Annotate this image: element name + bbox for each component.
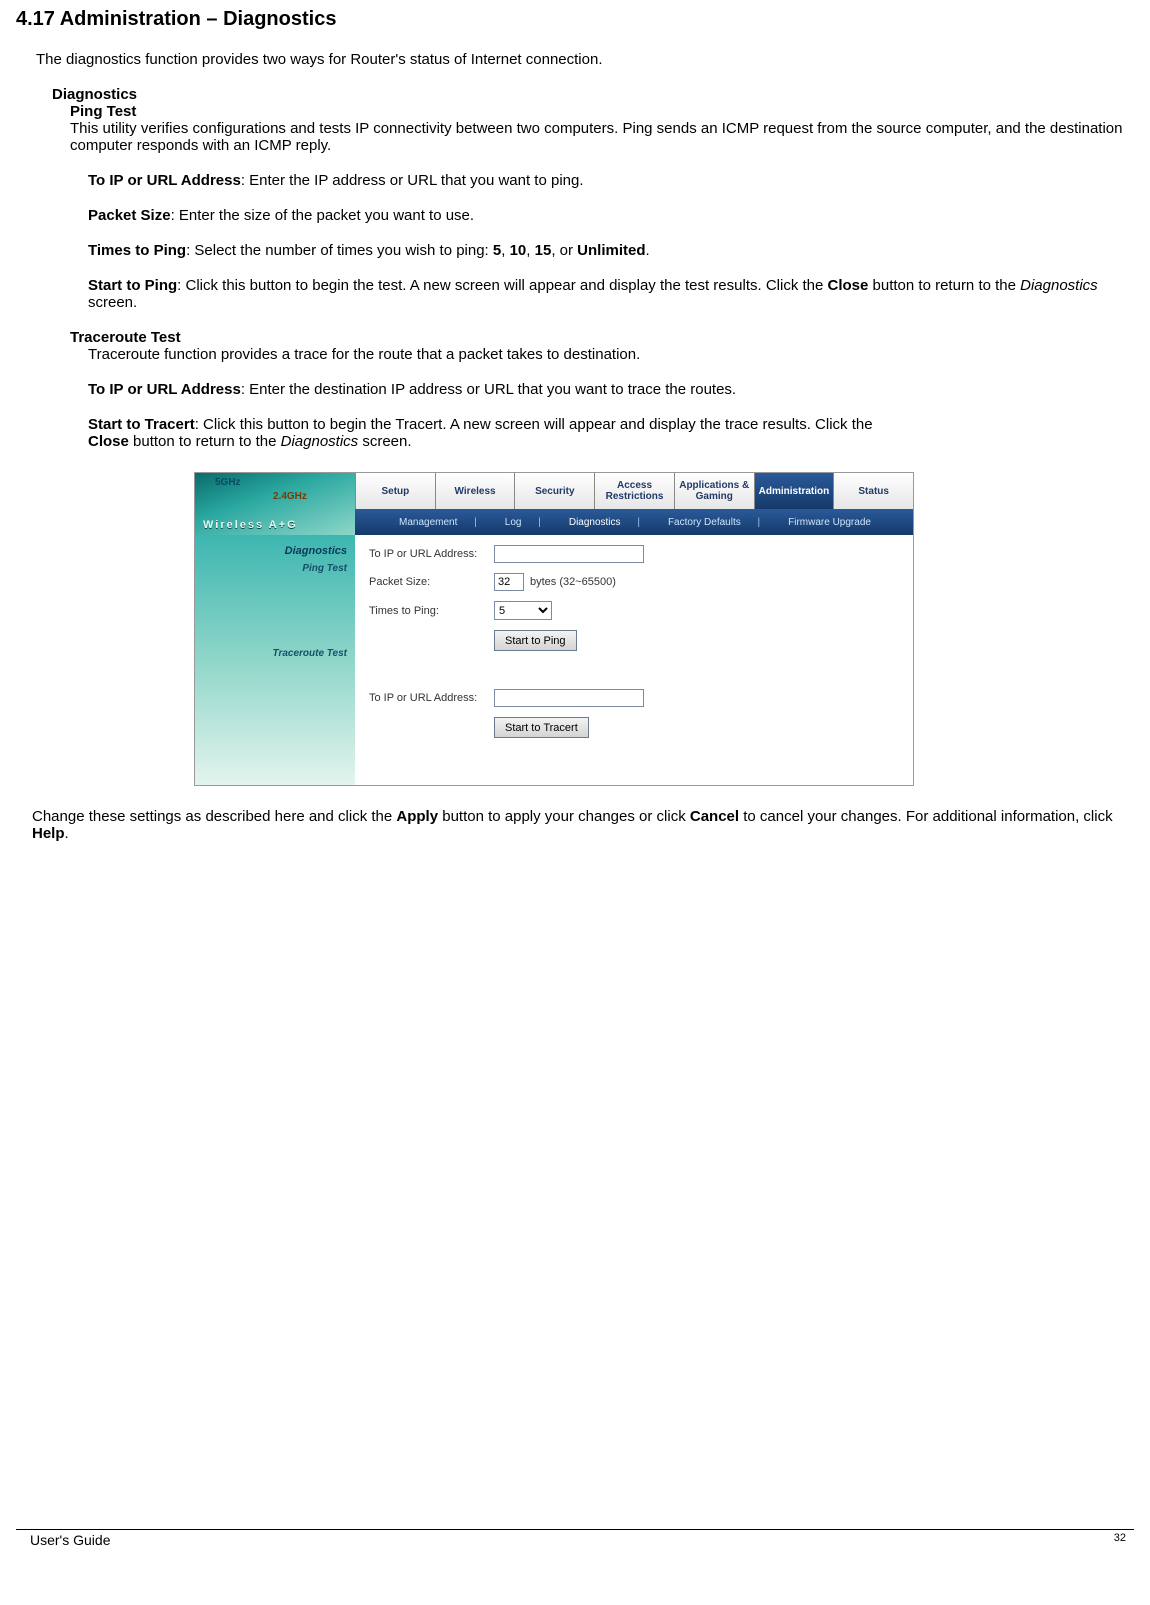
sidebar-diagnostics: Diagnostics [195,545,347,557]
start-ping-text-a: : Click this button to begin the test. A… [177,277,827,294]
router-screenshot: 5GHz 2.4GHz Wireless A+G Setup Wireless … [194,472,914,786]
opt-5: 5 [493,242,501,259]
traceroute-desc: Traceroute function provides a trace for… [88,346,1134,363]
opt-15: 15 [535,242,552,259]
logo-text: Wireless A+G [203,519,298,531]
tab-security[interactable]: Security [514,473,594,509]
router-logo: 5GHz 2.4GHz Wireless A+G [195,473,355,535]
start-to-ping-para: Start to Ping: Click this button to begi… [88,277,1134,311]
diag-italic-2: Diagnostics [281,433,359,450]
subtab-log[interactable]: Log [505,517,541,528]
subtab-diagnostics[interactable]: Diagnostics [569,517,640,528]
ping-ip-text: : Enter the IP address or URL that you w… [241,172,584,189]
tab-wireless[interactable]: Wireless [435,473,515,509]
closing-d: . [65,825,69,842]
ping-ip-input[interactable] [494,545,644,563]
intro-text: The diagnostics function provides two wa… [36,51,1134,68]
times-text-a: : Select the number of times you wish to… [186,242,493,259]
trace-ip-text: : Enter the destination IP address or UR… [241,381,736,398]
form-ip-label: To IP or URL Address: [369,548,494,560]
times-label: Times to Ping [88,242,186,259]
start-ping-label: Start to Ping [88,277,177,294]
packet-size-text: : Enter the size of the packet you want … [171,207,475,224]
opt-10: 10 [510,242,527,259]
packet-size-label: Packet Size [88,207,171,224]
traceroute-heading: Traceroute Test [70,329,1134,346]
band-24ghz: 2.4GHz [273,491,307,502]
close-label-1: Close [828,277,869,294]
times-to-ping-select[interactable]: 5 [494,601,552,620]
subtab-factory-defaults[interactable]: Factory Defaults [668,517,760,528]
start-to-tracert-button[interactable]: Start to Tracert [494,717,589,738]
trace-ip-para: To IP or URL Address: Enter the destinat… [88,381,1134,398]
footer-guide: User's Guide [30,1532,110,1548]
apply-word: Apply [396,808,438,825]
form-trace-ip-label: To IP or URL Address: [369,692,494,704]
ping-ip-label: To IP or URL Address [88,172,241,189]
help-word: Help [32,825,65,842]
page-footer: User's Guide 32 [16,1529,1134,1548]
closing-c: to cancel your changes. For additional i… [739,808,1113,825]
start-tracert-label: Start to Tracert [88,416,195,433]
start-to-ping-button[interactable]: Start to Ping [494,630,577,651]
footer-page-number: 32 [1114,1532,1126,1548]
form-times-label: Times to Ping: [369,605,494,617]
start-tracert-text-c: screen. [358,433,411,450]
start-ping-text-c: screen. [88,294,137,311]
ping-test-heading: Ping Test [70,103,1134,120]
ping-test-desc: This utility verifies configurations and… [70,120,1134,154]
router-sidebar: Diagnostics Ping Test Traceroute Test [195,535,355,785]
tab-administration[interactable]: Administration [754,473,834,509]
tab-access-restrictions[interactable]: Access Restrictions [594,473,674,509]
start-tracert-text-a: : Click this button to begin the Tracert… [195,416,873,433]
tab-status[interactable]: Status [833,473,913,509]
subtab-management[interactable]: Management [399,517,477,528]
packet-size-note: bytes (32~65500) [530,576,616,588]
sidebar-ping-test: Ping Test [195,563,347,574]
section-heading: 4.17 Administration – Diagnostics [16,8,1134,31]
ping-ip-para: To IP or URL Address: Enter the IP addre… [88,172,1134,189]
diagnostics-heading: Diagnostics [52,86,1134,103]
diag-italic-1: Diagnostics [1020,277,1098,294]
opt-unlimited: Unlimited [577,242,645,259]
router-form-area: To IP or URL Address: Packet Size: bytes… [355,535,913,785]
start-tracert-text-b: button to return to the [129,433,281,450]
times-to-ping-para: Times to Ping: Select the number of time… [88,242,1134,259]
form-packet-label: Packet Size: [369,576,494,588]
cancel-word: Cancel [690,808,739,825]
start-ping-text-b: button to return to the [868,277,1020,294]
closing-para: Change these settings as described here … [32,808,1134,842]
closing-b: button to apply your changes or click [438,808,690,825]
subtab-firmware-upgrade[interactable]: Firmware Upgrade [788,517,871,528]
tab-setup[interactable]: Setup [355,473,435,509]
tracert-ip-input[interactable] [494,689,644,707]
packet-size-input[interactable] [494,573,524,591]
sidebar-traceroute-test: Traceroute Test [195,648,347,659]
packet-size-para: Packet Size: Enter the size of the packe… [88,207,1134,224]
close-label-2: Close [88,433,129,450]
trace-ip-label: To IP or URL Address [88,381,241,398]
band-5ghz: 5GHz [215,477,241,488]
closing-a: Change these settings as described here … [32,808,396,825]
tab-applications-gaming[interactable]: Applications & Gaming [674,473,754,509]
start-tracert-para: Start to Tracert: Click this button to b… [88,416,1134,450]
main-tabs: Setup Wireless Security Access Restricti… [355,473,913,509]
sub-tabs: Management Log Diagnostics Factory Defau… [355,509,913,535]
